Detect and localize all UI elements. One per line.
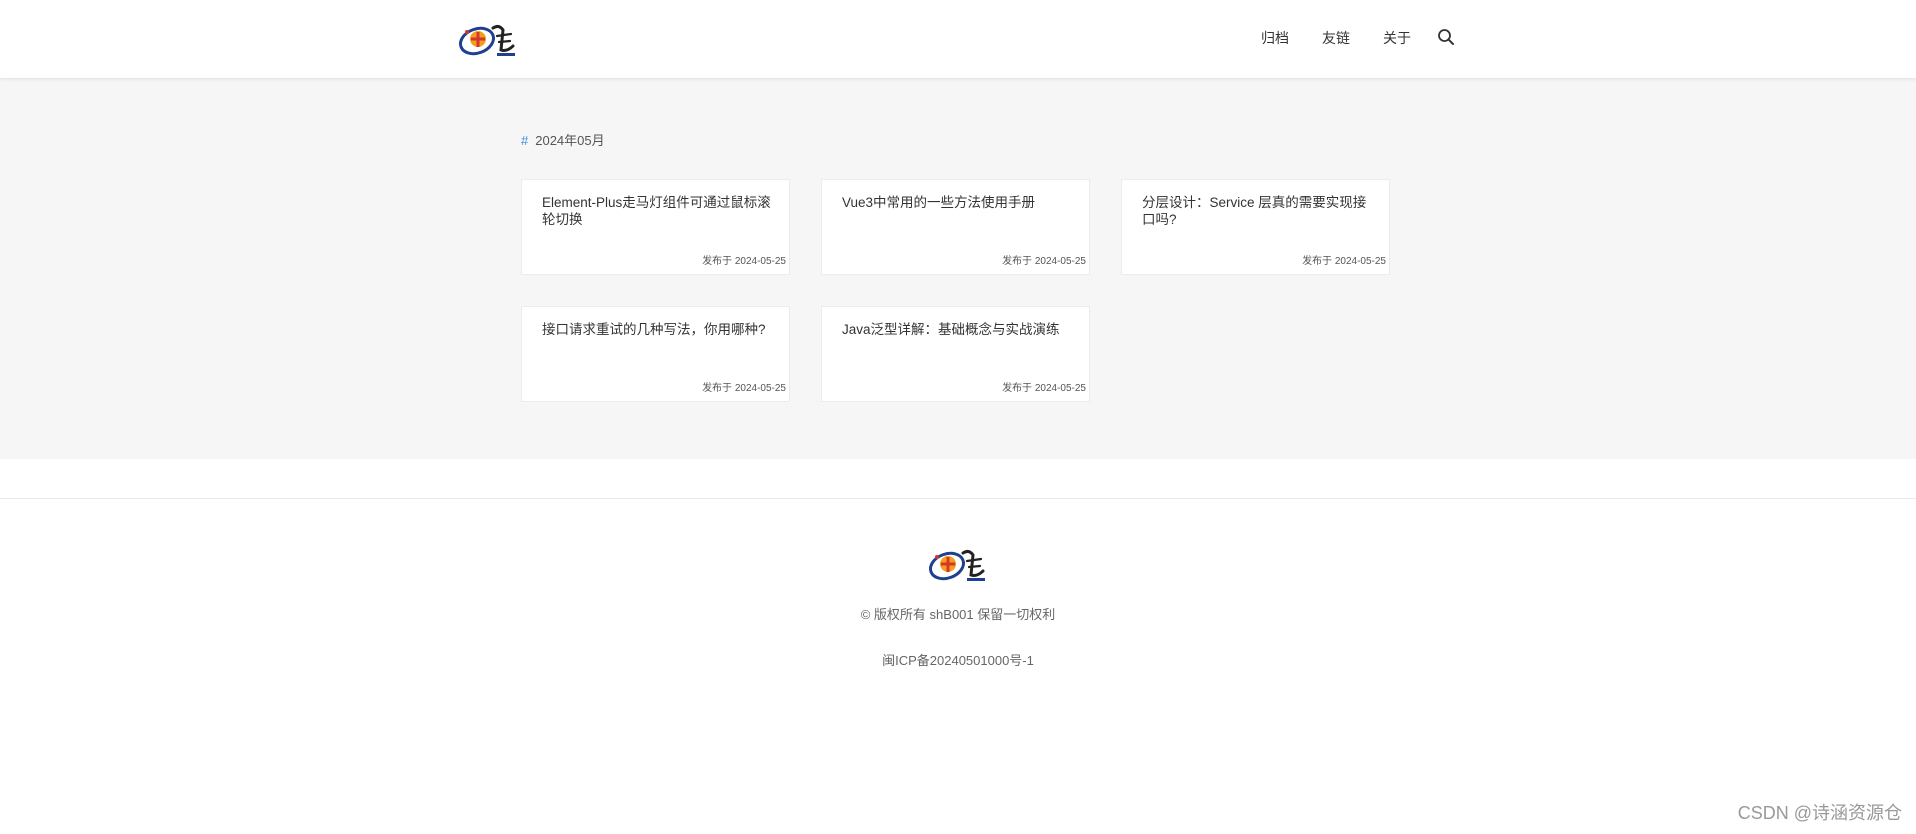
site-logo[interactable] <box>457 20 519 60</box>
post-title[interactable]: 接口请求重试的几种写法，你用哪种? <box>542 321 774 338</box>
post-title[interactable]: Element-Plus走马灯组件可通过鼠标滚轮切换 <box>542 194 774 228</box>
nav-about[interactable]: 关于 <box>1383 28 1411 48</box>
hash-icon: # <box>521 133 529 148</box>
post-date: 发布于 2024-05-25 <box>1002 256 1086 267</box>
copyright-text: © 版权所有 shB001 保留一切权利 <box>860 607 1056 622</box>
month-heading: #2024年05月 <box>521 132 605 150</box>
post-date: 发布于 2024-05-25 <box>1002 383 1086 394</box>
archive-section: #2024年05月 Element-Plus走马灯组件可通过鼠标滚轮切换 发布于… <box>0 79 1916 459</box>
post-card[interactable]: 接口请求重试的几种写法，你用哪种? 发布于 2024-05-25 <box>521 306 790 402</box>
nav-archive[interactable]: 归档 <box>1261 28 1289 48</box>
icp-link[interactable]: 闽ICP备20240501000号-1 <box>0 652 1916 670</box>
logo-graphic <box>929 549 985 581</box>
post-card[interactable]: Element-Plus走马灯组件可通过鼠标滚轮切换 发布于 2024-05-2… <box>521 179 790 275</box>
post-date: 发布于 2024-05-25 <box>702 383 786 394</box>
post-card[interactable]: Vue3中常用的一些方法使用手册 发布于 2024-05-25 <box>821 179 1090 275</box>
post-date: 发布于 2024-05-25 <box>1302 256 1386 267</box>
post-title[interactable]: Vue3中常用的一些方法使用手册 <box>842 194 1074 211</box>
month-label: 2024年05月 <box>535 133 605 148</box>
top-header: 归档 友链 关于 <box>0 0 1916 79</box>
post-card[interactable]: Java泛型详解：基础概念与实战演练 发布于 2024-05-25 <box>821 306 1090 402</box>
post-title[interactable]: Java泛型详解：基础概念与实战演练 <box>842 321 1074 338</box>
logo-graphic <box>459 24 515 56</box>
post-title[interactable]: 分层设计：Service 层真的需要实现接口吗? <box>1142 194 1374 228</box>
footer-divider <box>0 498 1916 499</box>
nav-friend-links[interactable]: 友链 <box>1322 28 1350 48</box>
search-icon[interactable] <box>1437 28 1455 46</box>
post-date: 发布于 2024-05-25 <box>702 256 786 267</box>
csdn-watermark: CSDN @诗涵资源仓 <box>1737 803 1902 823</box>
footer-logo[interactable] <box>927 545 989 585</box>
post-card[interactable]: 分层设计：Service 层真的需要实现接口吗? 发布于 2024-05-25 <box>1121 179 1390 275</box>
